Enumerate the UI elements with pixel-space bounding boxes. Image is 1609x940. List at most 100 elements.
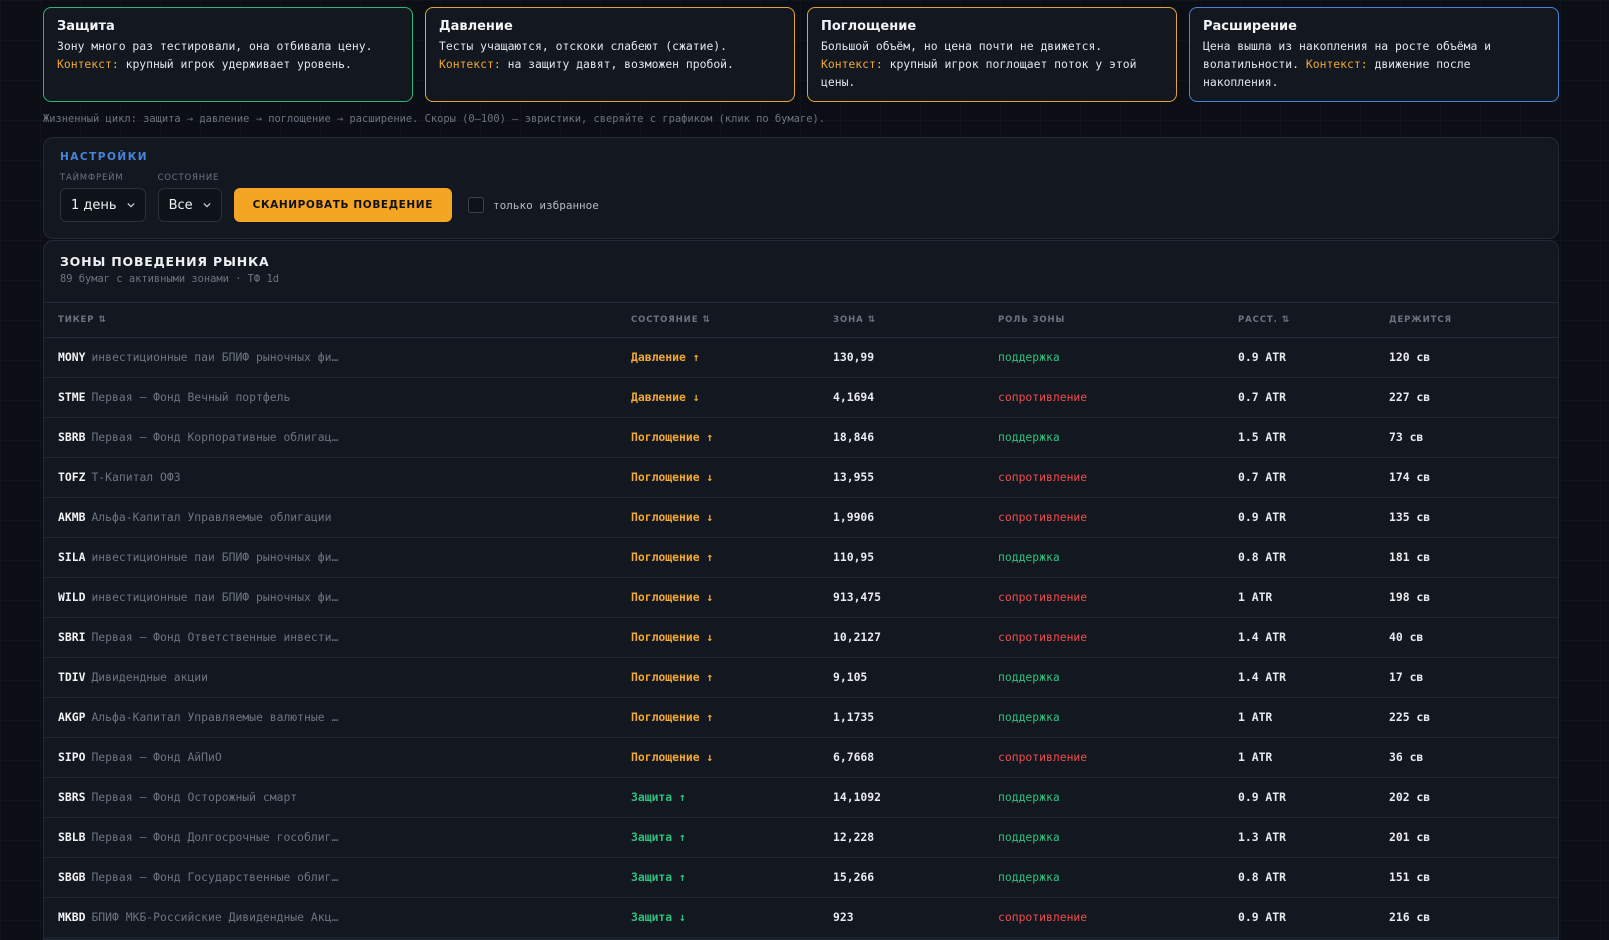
role-cell: поддержка (984, 777, 1224, 818)
security-name: Первая – Фонд Корпоративные облигац… (91, 430, 339, 444)
holds-cell: 40 св (1375, 617, 1558, 658)
distance-cell: 1.3 ATR (1224, 817, 1375, 858)
ticker: SILA (58, 550, 86, 564)
zone-role: поддержка (998, 350, 1060, 364)
zone-price: 9,105 (833, 670, 868, 684)
column-header-zone[interactable]: ЗОНА ⇅ (819, 303, 984, 338)
table-row[interactable]: MKBD БПИФ МКБ-Российские Дивидендные Акц…… (44, 897, 1558, 938)
zone-cell: 10,2127 (819, 617, 984, 658)
table-row[interactable]: SIPO Первая – Фонд АйПиО Поглощение ↓ 6,766… (44, 737, 1558, 778)
role-cell: поддержка (984, 537, 1224, 578)
scan-behavior-button[interactable]: СКАНИРОВАТЬ ПОВЕДЕНИЕ (233, 188, 452, 222)
ticker-cell: SIPO Первая – Фонд АйПиО (44, 737, 617, 778)
phase-card-expansion: Расширение Цена вышла из накопления на р… (1189, 7, 1559, 102)
holds-cell: 120 св (1375, 337, 1558, 378)
state-select[interactable]: Все (157, 188, 222, 222)
table-header-row: ТИКЕР ⇅ СОСТОЯНИЕ ⇅ ЗОНА ⇅ РОЛЬ ЗОНЫ РАССТ.… (44, 303, 1558, 338)
holds-value: 135 св (1389, 510, 1431, 524)
state-badge: Поглощение ↓ (631, 750, 714, 764)
distance-value: 1.3 ATR (1238, 830, 1287, 844)
ticker-cell: TOFZ Т-Капитал ОФЗ (44, 457, 617, 498)
distance-value: 1.4 ATR (1238, 630, 1287, 644)
distance-value: 0.7 ATR (1238, 470, 1287, 484)
security-name: БПИФ МКБ-Российские Дивидендные Акц… (91, 910, 339, 924)
state-cell: Защита ↑ (617, 777, 819, 818)
column-header-ticker[interactable]: ТИКЕР ⇅ (44, 303, 617, 338)
table-row[interactable]: SBGB Первая – Фонд Государственные облиг…… (44, 857, 1558, 898)
table-row[interactable]: STME Первая – Фонд Вечный портфель Давлени… (44, 377, 1558, 418)
ticker-cell: SBLB Первая – Фонд Долгосрочные гособлиг… (44, 817, 617, 858)
role-cell: поддержка (984, 817, 1224, 858)
zone-price: 110,95 (833, 550, 875, 564)
security-name: инвестиционные паи БПИФ рыночных фи… (91, 550, 339, 564)
distance-cell: 1.4 ATR (1224, 617, 1375, 658)
zones-table: ТИКЕР ⇅ СОСТОЯНИЕ ⇅ ЗОНА ⇅ РОЛЬ ЗОНЫ РАССТ.… (44, 303, 1558, 938)
state-cell: Поглощение ↑ (617, 657, 819, 698)
table-row[interactable]: TOFZ Т-Капитал ОФЗ Поглощение ↓ 13,955 сопро… (44, 457, 1558, 498)
ticker: SIPO (58, 750, 86, 764)
zone-cell: 18,846 (819, 417, 984, 458)
table-row[interactable]: SBRI Первая – Фонд Ответственные инвести…… (44, 617, 1558, 658)
security-name: Первая – Фонд Государственные облиг… (91, 870, 339, 884)
zones-table-body: MONY инвестиционные паи БПИФ рыночных фи…… (44, 337, 1558, 938)
phase-cards: Защита Зону много раз тестировали, она о… (43, 7, 1559, 102)
state-badge: Поглощение ↓ (631, 510, 714, 524)
timeframe-select[interactable]: 1 день (60, 188, 146, 222)
holds-value: 202 св (1389, 790, 1431, 804)
state-group: СОСТОЯНИЕ Все (157, 173, 222, 222)
table-row[interactable]: TDIV Дивидендные акции Поглощение ↑ 9,105 по… (44, 657, 1558, 698)
timeframe-group: ТАЙМФРЕЙМ 1 день (60, 173, 146, 222)
column-header-state[interactable]: СОСТОЯНИЕ ⇅ (617, 303, 819, 338)
zone-cell: 6,7668 (819, 737, 984, 778)
zone-price: 1,1735 (833, 710, 875, 724)
state-badge: Давление ↓ (631, 390, 700, 404)
zone-price: 12,228 (833, 830, 875, 844)
table-row[interactable]: SBLB Первая – Фонд Долгосрочные гособлиг…… (44, 817, 1558, 858)
phase-card-text: Цена вышла из накопления на росте объёма… (1203, 39, 1492, 89)
ticker: TOFZ (58, 470, 86, 484)
ticker-cell: TDIV Дивидендные акции (44, 657, 617, 698)
security-name: Первая – Фонд Ответственные инвести… (91, 630, 339, 644)
phase-card-text: Тесты учащаются, отскоки слабеют (сжатие… (439, 39, 734, 71)
security-name: Первая – Фонд Вечный портфель (91, 390, 291, 404)
ticker: WILD (58, 590, 86, 604)
holds-cell: 227 св (1375, 377, 1558, 418)
table-row[interactable]: AKMB Альфа-Капитал Управляемые облигации П… (44, 497, 1558, 538)
favorites-checkbox[interactable] (467, 197, 484, 213)
ticker-cell: SBGB Первая – Фонд Государственные облиг… (44, 857, 617, 898)
distance-value: 0.8 ATR (1238, 870, 1287, 884)
holds-value: 216 св (1389, 910, 1431, 924)
phase-card-text: Зону много раз тестировали, она отбивала… (57, 39, 373, 71)
lifecycle-note: Жизненный цикл: защита → давление → погл… (43, 113, 825, 125)
ticker: SBGB (58, 870, 86, 884)
table-row[interactable]: WILD инвестиционные паи БПИФ рыночных фи…… (44, 577, 1558, 618)
state-cell: Поглощение ↓ (617, 577, 819, 618)
zone-role: поддержка (998, 870, 1060, 884)
table-row[interactable]: SBRS Первая – Фонд Осторожный смарт Защита… (44, 777, 1558, 818)
chevron-down-icon (203, 202, 211, 208)
distance-value: 0.9 ATR (1238, 350, 1287, 364)
ticker-cell: MKBD БПИФ МКБ-Российские Дивидендные Акц… (44, 897, 617, 938)
distance-cell: 0.7 ATR (1224, 377, 1375, 418)
state-badge: Защита ↑ (631, 790, 686, 804)
distance-cell: 0.8 ATR (1224, 537, 1375, 578)
role-cell: сопротивление (984, 457, 1224, 498)
table-row[interactable]: SBRB Первая – Фонд Корпоративные облигац…… (44, 417, 1558, 458)
holds-value: 227 св (1389, 390, 1431, 404)
distance-value: 0.8 ATR (1238, 550, 1287, 564)
column-header-distance[interactable]: РАССТ. ⇅ (1224, 303, 1375, 338)
state-cell: Защита ↑ (617, 857, 819, 898)
table-row[interactable]: SILA инвестиционные паи БПИФ рыночных фи…… (44, 537, 1558, 578)
distance-value: 0.7 ATR (1238, 390, 1287, 404)
favorites-toggle[interactable]: только избранное (467, 188, 599, 222)
ticker: SBRB (58, 430, 86, 444)
holds-cell: 216 св (1375, 897, 1558, 938)
role-cell: сопротивление (984, 737, 1224, 778)
distance-cell: 0.7 ATR (1224, 457, 1375, 498)
table-row[interactable]: AKGP Альфа-Капитал Управляемые валютные …… (44, 697, 1558, 738)
ticker: TDIV (58, 670, 86, 684)
zone-role: сопротивление (998, 590, 1088, 604)
table-row[interactable]: MONY инвестиционные паи БПИФ рыночных фи…… (44, 337, 1558, 378)
zone-role: поддержка (998, 430, 1060, 444)
state-badge: Давление ↑ (631, 350, 700, 364)
